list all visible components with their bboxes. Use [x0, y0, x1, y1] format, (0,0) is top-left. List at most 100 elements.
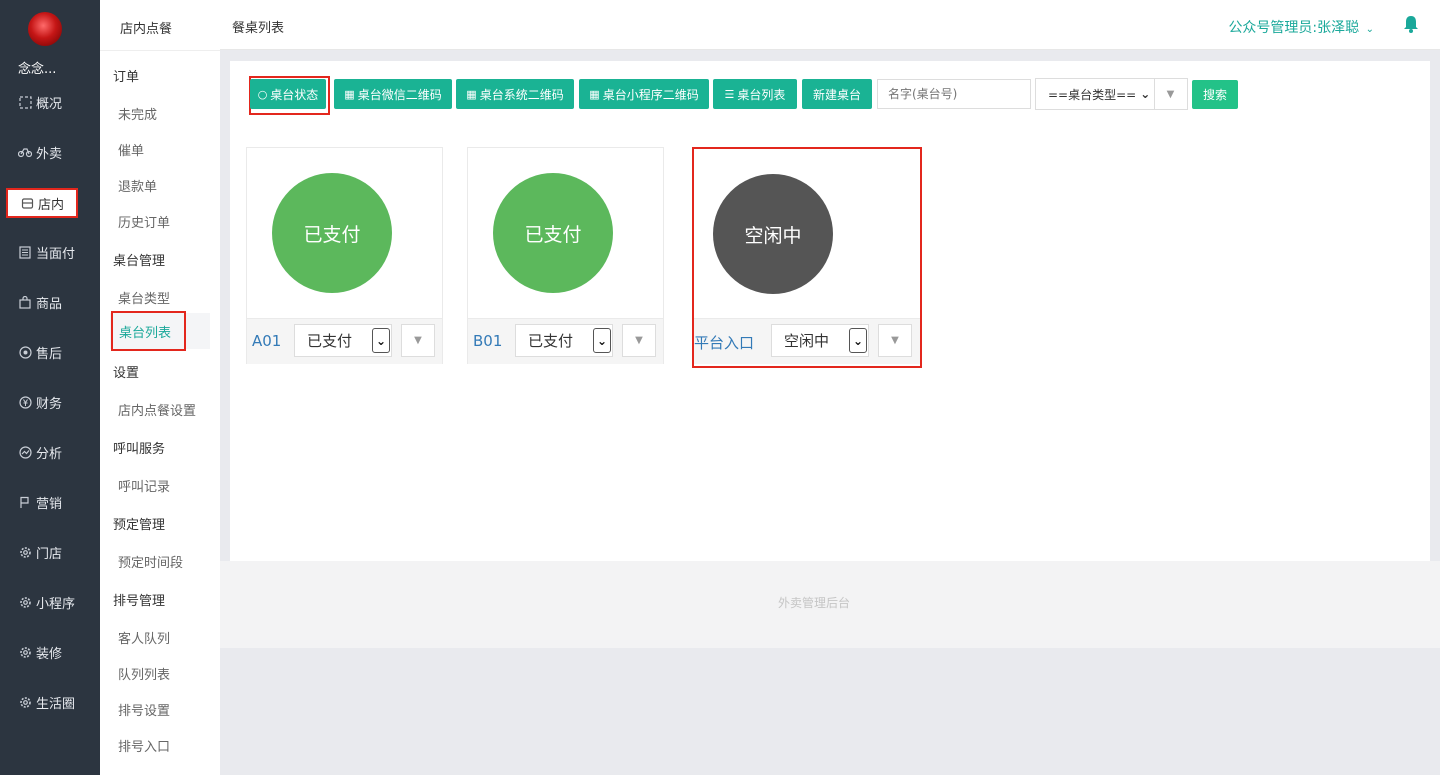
admin-menu[interactable]: 公众号管理员:张泽聪 ⌄	[1228, 17, 1374, 37]
caret-down-icon[interactable]: ▼	[1154, 78, 1188, 110]
table-name[interactable]: B01	[473, 332, 502, 350]
table-card-footer: A01 已支付 ⌄ ▼	[247, 318, 442, 364]
table-card[interactable]: 已支付 B01 已支付 ⌄ ▼	[467, 147, 664, 364]
nav-item-decorate[interactable]: 装修	[6, 638, 78, 666]
table-card[interactable]: 空闲中 平台入口 空闲中 ⌄ ▼	[692, 147, 922, 368]
table-card-footer: B01 已支付 ⌄ ▼	[468, 318, 663, 364]
nav-label: 营销	[36, 496, 63, 512]
nav-label: 生活圈	[36, 696, 76, 712]
table-name[interactable]: A01	[252, 332, 281, 350]
sidebar-link-time-slots[interactable]: 预定时间段	[118, 552, 183, 571]
nav-label: 装修	[36, 646, 63, 662]
user-name: 念念...	[18, 62, 57, 77]
chart-icon	[18, 445, 32, 459]
gear-icon	[18, 545, 32, 559]
nav-label: 概况	[36, 96, 63, 112]
sidebar-link-call-records[interactable]: 呼叫记录	[118, 476, 170, 495]
circle-icon: ○	[257, 87, 268, 101]
status-select[interactable]: 已支付 ⌄	[515, 324, 613, 357]
caret-down-icon[interactable]: ▼	[401, 324, 435, 357]
table-status-button[interactable]: ○ 桌台状态	[250, 79, 326, 109]
button-label: 桌台小程序二维码	[602, 87, 699, 102]
top-header: 餐桌列表 公众号管理员:张泽聪 ⌄	[220, 0, 1440, 50]
caret-down-icon[interactable]: ▼	[878, 324, 912, 357]
qrcode-icon: ▦	[466, 87, 477, 101]
system-qr-button[interactable]: ▦ 桌台系统二维码	[456, 79, 574, 109]
nav-label: 外卖	[36, 146, 63, 162]
search-button[interactable]: 搜索	[1192, 80, 1238, 109]
table-status-circle: 已支付	[272, 173, 392, 293]
table-card[interactable]: 已支付 A01 已支付 ⌄ ▼	[246, 147, 443, 364]
nav-label: 店内	[38, 197, 65, 213]
qrcode-icon: ▦	[344, 87, 355, 101]
sidebar-link-table-types[interactable]: 桌台类型	[118, 288, 170, 307]
nav-item-miniprogram[interactable]: 小程序	[6, 588, 78, 616]
table-name[interactable]: 平台入口	[694, 332, 754, 353]
gear-icon	[18, 695, 32, 709]
miniprogram-qr-button[interactable]: ▦ 桌台小程序二维码	[579, 79, 709, 109]
nav-item-lifecircle[interactable]: 生活圈	[6, 688, 78, 716]
button-label: 桌台系统二维码	[479, 87, 564, 102]
button-label: 桌台状态	[270, 87, 319, 102]
chevron-down-icon: ⌄	[372, 328, 390, 353]
sidebar-link-refund[interactable]: 退款单	[118, 176, 157, 195]
sidebar-link-table-list[interactable]: 桌台列表	[111, 311, 186, 351]
user-avatar[interactable]	[28, 12, 62, 46]
sidebar-link-urge[interactable]: 催单	[118, 140, 144, 159]
sidebar-link-instore-settings[interactable]: 店内点餐设置	[118, 400, 196, 419]
sidebar-link-queue-list[interactable]: 队列列表	[118, 664, 170, 683]
secondary-sidebar: 店内点餐 订单 未完成 催单 退款单 历史订单 桌台管理 桌台类型 桌台列表 设…	[100, 0, 220, 775]
chevron-down-icon: ⌄	[1140, 87, 1151, 101]
sidebar-group-call: 呼叫服务	[113, 442, 166, 457]
table-type-select[interactable]: ==桌台类型== ⌄	[1035, 78, 1155, 110]
sidebar-link-history[interactable]: 历史订单	[118, 212, 170, 231]
divider	[100, 50, 220, 51]
nav-item-marketing[interactable]: 营销	[6, 488, 78, 516]
main-panel: ○ 桌台状态 ▦ 桌台微信二维码 ▦ 桌台系统二维码 ▦ 桌台小程序二维码 ☰ …	[230, 61, 1430, 561]
nav-item-finance[interactable]: 财务	[6, 388, 78, 416]
nav-item-facepay[interactable]: 当面付	[6, 238, 78, 266]
button-label: 桌台列表	[737, 87, 786, 102]
nav-item-takeout[interactable]: 外卖	[6, 138, 78, 166]
select-value: 已支付	[307, 332, 353, 350]
nav-label: 售后	[36, 346, 63, 362]
table-status-circle: 空闲中	[713, 174, 833, 294]
gear-icon	[18, 595, 32, 609]
sidebar-group-settings: 设置	[113, 366, 140, 381]
search-input[interactable]	[877, 79, 1031, 109]
caret-down-icon[interactable]: ▼	[622, 324, 656, 357]
list-icon: ☰	[724, 87, 735, 101]
sidebar-link-unfinished[interactable]: 未完成	[118, 104, 157, 123]
table-card-footer: 平台入口 空闲中 ⌄ ▼	[694, 318, 920, 364]
nav-item-analysis[interactable]: 分析	[6, 438, 78, 466]
main-nav: 念念... 概况 外卖 店内 当面付 商品 售后 财务 分析 营销 门店 小程序…	[0, 0, 100, 775]
nav-item-overview[interactable]: 概况	[6, 88, 78, 116]
nav-item-instore[interactable]: 店内	[6, 188, 78, 218]
receipt-icon	[18, 245, 32, 259]
sidebar-link-queue-settings[interactable]: 排号设置	[118, 700, 170, 719]
nav-item-aftersale[interactable]: 售后	[6, 338, 78, 366]
status-select[interactable]: 已支付 ⌄	[294, 324, 392, 357]
nav-item-store[interactable]: 门店	[6, 538, 78, 566]
admin-name: 公众号管理员:张泽聪	[1228, 20, 1360, 36]
nav-item-goods[interactable]: 商品	[6, 288, 78, 316]
nav-label: 当面付	[36, 246, 76, 262]
table-list-button[interactable]: ☰ 桌台列表	[713, 79, 797, 109]
footer: 外卖管理后台	[220, 561, 1440, 648]
select-value: 空闲中	[784, 332, 830, 350]
service-icon	[18, 345, 32, 359]
select-value: ==桌台类型==	[1048, 87, 1137, 102]
store-icon	[20, 196, 34, 210]
status-select[interactable]: 空闲中 ⌄	[771, 324, 869, 357]
wechat-qr-button[interactable]: ▦ 桌台微信二维码	[334, 79, 452, 109]
nav-label: 小程序	[36, 596, 76, 612]
sidebar-link-guest-queue[interactable]: 客人队列	[118, 628, 170, 647]
nav-label: 门店	[36, 546, 63, 562]
bag-icon	[18, 295, 32, 309]
bell-icon[interactable]	[1402, 14, 1420, 34]
chevron-down-icon: ⌄	[849, 328, 867, 353]
new-table-button[interactable]: 新建桌台	[802, 79, 872, 109]
button-label: 新建桌台	[812, 87, 861, 102]
sidebar-link-queue-entry[interactable]: 排号入口	[118, 736, 170, 755]
sidebar-group-queue: 排号管理	[113, 594, 166, 609]
